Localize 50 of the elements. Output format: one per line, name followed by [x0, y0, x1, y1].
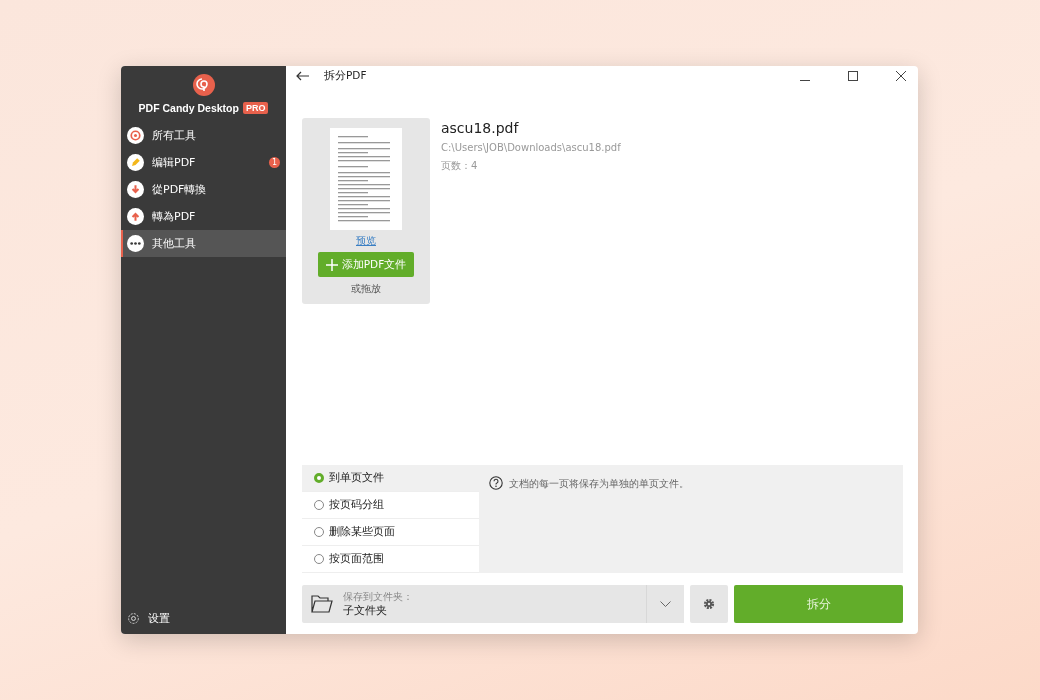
sidebar-item[interactable]: 轉為PDF: [121, 203, 286, 230]
sidebar-item-label: 所有工具: [152, 128, 197, 143]
mode-description: 文档的每一页将保存为单独的单页文件。: [509, 477, 689, 491]
window-title: 拆分PDF: [324, 69, 368, 83]
sidebar-item[interactable]: 编辑PDF 1: [121, 149, 286, 176]
sidebar-item[interactable]: 其他工具: [121, 230, 286, 257]
folder-value: 子文件夹: [343, 604, 388, 618]
drop-hint: 或拖放: [351, 282, 381, 296]
plus-icon: [325, 258, 338, 271]
close-icon[interactable]: [896, 71, 906, 81]
gear-icon: [703, 598, 715, 610]
option-label: 按页码分组: [329, 498, 384, 512]
option-label: 按页面范围: [329, 552, 384, 566]
maximize-icon[interactable]: [848, 71, 858, 81]
split-mode-option[interactable]: 删除某些页面: [302, 519, 479, 546]
chevron-down-icon: [660, 600, 671, 608]
folder-label: 保存到文件夹：: [343, 590, 414, 604]
radio-button[interactable]: [314, 500, 324, 510]
split-mode-option[interactable]: 按页面范围: [302, 546, 479, 573]
sidebar-item-label: 编辑PDF: [152, 155, 197, 170]
settings-label[interactable]: 设置: [148, 610, 170, 626]
split-mode-option[interactable]: 按页码分组: [302, 492, 479, 519]
help-icon: [489, 476, 503, 490]
option-label: 删除某些页面: [329, 525, 395, 539]
app-name: PDF Candy Desktop: [138, 102, 239, 114]
preview-link[interactable]: 预览: [356, 234, 376, 248]
back-icon[interactable]: [296, 71, 310, 81]
arrow-down-icon: [127, 181, 144, 198]
file-name: ascu18.pdf: [441, 120, 520, 136]
output-folder-selector[interactable]: 保存到文件夹： 子文件夹: [302, 585, 684, 623]
settings-button[interactable]: [690, 585, 728, 623]
arrow-up-icon: [127, 208, 144, 225]
sidebar-item-label: 其他工具: [152, 236, 197, 251]
folder-icon: [311, 595, 333, 613]
sidebar-item[interactable]: 從PDF轉換: [121, 176, 286, 203]
sidebar-item[interactable]: 所有工具: [121, 122, 286, 149]
file-path: C:\Users\JOB\Downloads\ascu18.pdf: [441, 142, 621, 153]
notification-badge: 1: [269, 157, 280, 168]
option-label: 到单页文件: [329, 471, 384, 485]
settings-icon[interactable]: [127, 611, 140, 625]
pencil-icon: [127, 154, 144, 171]
page-count: 页数：4: [441, 159, 479, 173]
radio-button[interactable]: [314, 554, 324, 564]
radio-button[interactable]: [314, 527, 324, 537]
pro-badge: PRO: [242, 102, 269, 114]
more-icon: [127, 235, 144, 252]
sidebar-item-label: 從PDF轉換: [152, 182, 208, 197]
radio-button[interactable]: [314, 473, 324, 483]
logo-icon: [192, 74, 215, 96]
sidebar-item-label: 轉為PDF: [152, 209, 197, 224]
